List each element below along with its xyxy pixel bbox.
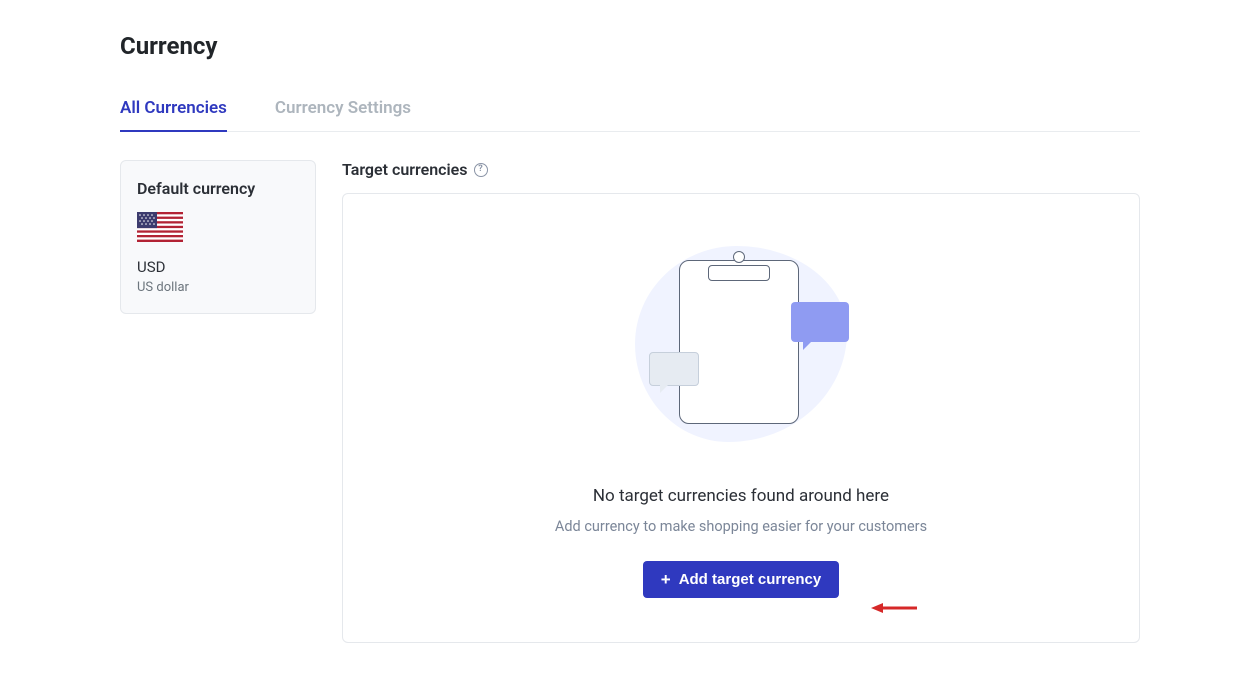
tab-currency-settings[interactable]: Currency Settings [275, 98, 411, 132]
add-target-currency-button[interactable]: + Add target currency [643, 561, 839, 598]
empty-state-subtitle: Add currency to make shopping easier for… [555, 518, 927, 535]
page-title: Currency [120, 32, 1140, 60]
target-currencies-label-row: Target currencies ? [342, 160, 1140, 179]
target-currencies-section: Target currencies ? No target currencies… [342, 160, 1140, 643]
target-currencies-label: Target currencies [342, 160, 468, 179]
plus-icon: + [661, 571, 671, 588]
annotation-arrow-icon [871, 602, 917, 614]
tab-all-currencies[interactable]: All Currencies [120, 98, 227, 132]
empty-illustration [631, 244, 851, 444]
us-flag-icon [137, 212, 183, 242]
content: Default currency USD US dollar [120, 160, 1140, 643]
empty-state-title: No target currencies found around here [593, 486, 889, 506]
speech-bubble-icon [649, 352, 699, 386]
default-currency-code: USD [137, 258, 299, 276]
speech-bubble-icon [791, 302, 849, 342]
target-currencies-panel: No target currencies found around here A… [342, 193, 1140, 643]
default-currency-name: US dollar [137, 280, 299, 295]
default-currency-title: Default currency [137, 179, 299, 198]
add-target-currency-label: Add target currency [679, 571, 822, 588]
tabs: All Currencies Currency Settings [120, 98, 1140, 132]
default-currency-card: Default currency USD US dollar [120, 160, 316, 314]
help-icon[interactable]: ? [474, 163, 488, 177]
